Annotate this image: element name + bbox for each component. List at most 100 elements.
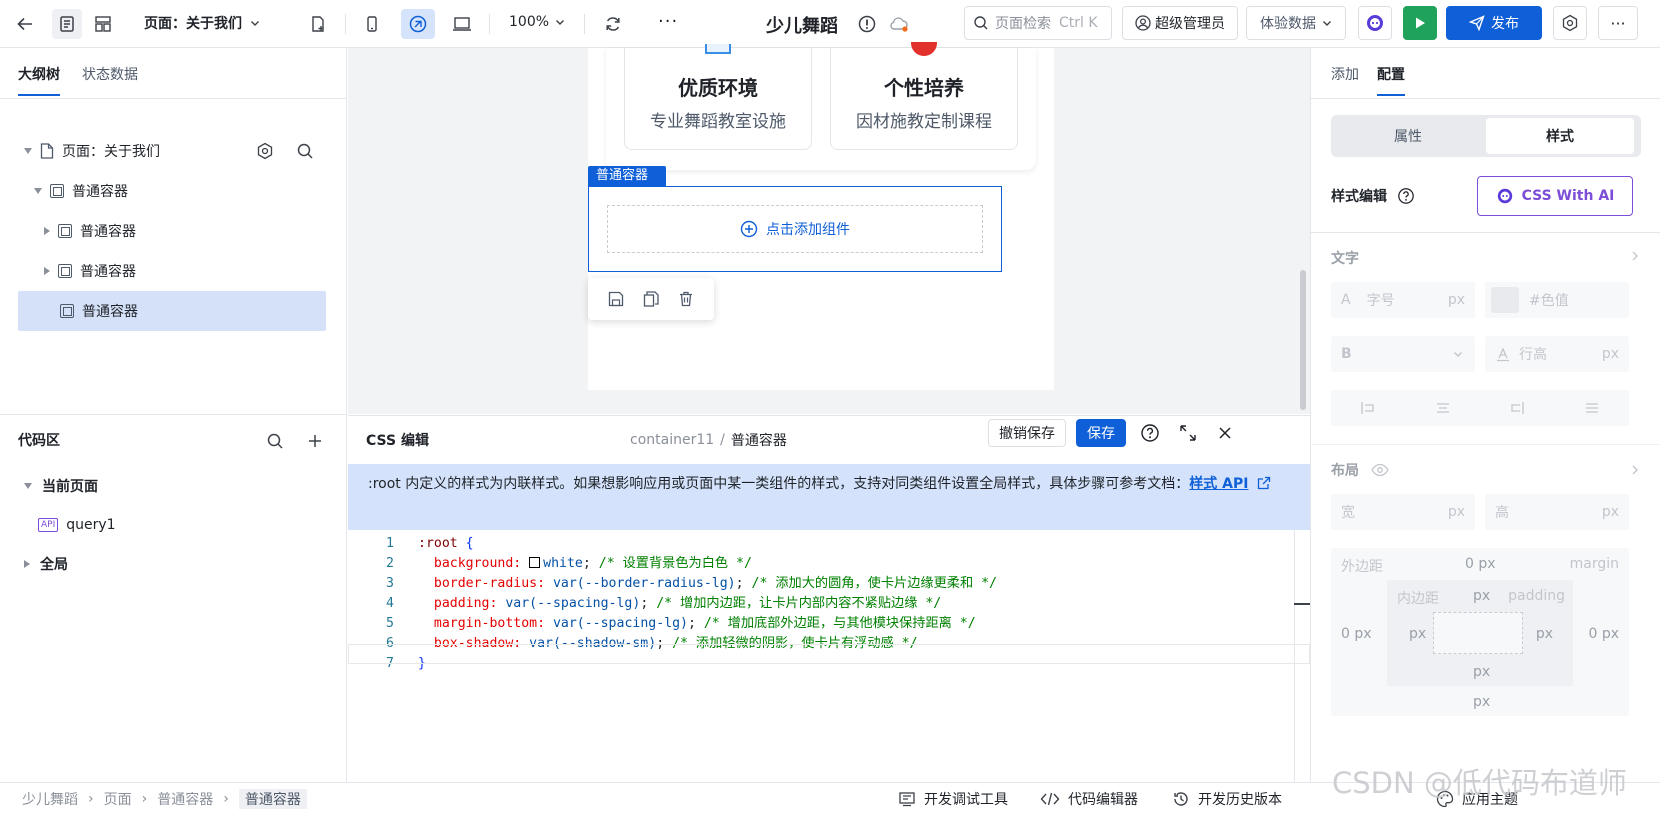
feature-card[interactable]: 优质环境 专业舞蹈教室设施 bbox=[624, 44, 812, 150]
padding-left-value[interactable]: px bbox=[1409, 626, 1426, 642]
code-editor-button[interactable]: 代码编辑器 bbox=[1040, 789, 1138, 809]
breadcrumb-separator: › bbox=[88, 791, 94, 807]
margin-top-value[interactable]: 0 px bbox=[1465, 556, 1496, 572]
padding-right-value[interactable]: px bbox=[1536, 626, 1553, 642]
selected-container[interactable]: 点击添加组件 bbox=[588, 186, 1002, 272]
debug-tool-button[interactable]: 开发调试工具 bbox=[898, 789, 1008, 809]
ai-assistant-button[interactable] bbox=[1358, 6, 1392, 40]
zoom-selector[interactable]: 100% bbox=[509, 14, 565, 30]
align-right-icon[interactable] bbox=[1509, 400, 1525, 416]
caret-down-icon bbox=[34, 188, 42, 194]
color-swatch[interactable] bbox=[529, 557, 541, 568]
history-button[interactable]: 开发历史版本 bbox=[1172, 789, 1282, 809]
expand-icon[interactable] bbox=[1178, 423, 1198, 443]
text-section-header[interactable]: 文字 bbox=[1331, 248, 1641, 268]
save-icon[interactable] bbox=[607, 290, 625, 308]
plus-icon[interactable] bbox=[306, 432, 324, 450]
mobile-preview-icon[interactable] bbox=[357, 9, 387, 39]
margin-bottom-value[interactable]: px bbox=[1473, 694, 1490, 710]
cloud-sync-icon[interactable] bbox=[884, 9, 914, 39]
search-icon[interactable] bbox=[296, 142, 314, 160]
layout-view-icon[interactable] bbox=[88, 9, 118, 39]
page-search-input[interactable]: 页面检索 Ctrl K bbox=[964, 6, 1112, 40]
code-line[interactable]: 5 margin-bottom: var(--spacing-lg); /* 增… bbox=[348, 614, 1288, 634]
feature-card[interactable]: 个性培养 因材施教定制课程 bbox=[830, 42, 1018, 150]
breadcrumb-item[interactable]: 页面 bbox=[104, 789, 132, 809]
canvas-scrollbar[interactable] bbox=[1300, 270, 1306, 410]
user-icon bbox=[1135, 15, 1151, 31]
help-icon[interactable] bbox=[1140, 423, 1160, 443]
tree-item-page[interactable]: 页面：关于我们 bbox=[18, 131, 326, 171]
align-center-icon[interactable] bbox=[1435, 400, 1451, 416]
warning-icon[interactable] bbox=[852, 9, 882, 39]
code-line[interactable]: 3 border-radius: var(--border-radius-lg)… bbox=[348, 574, 1288, 594]
height-field[interactable]: 高 px bbox=[1485, 494, 1629, 530]
gear-icon[interactable] bbox=[256, 142, 274, 160]
undo-save-button[interactable]: 撤销保存 bbox=[988, 419, 1066, 447]
external-link-icon[interactable] bbox=[1257, 476, 1271, 490]
code-line[interactable]: 1:root { bbox=[348, 534, 1288, 554]
tree-item-container[interactable]: 普通容器 bbox=[18, 171, 326, 211]
publish-button[interactable]: 发布 bbox=[1446, 6, 1542, 40]
history-label: 开发历史版本 bbox=[1198, 792, 1282, 808]
more-menu-icon[interactable]: ··· bbox=[658, 11, 678, 32]
style-api-link[interactable]: 样式 API bbox=[1189, 476, 1248, 492]
back-arrow-icon[interactable] bbox=[10, 9, 40, 39]
margin-left-value[interactable]: 0 px bbox=[1341, 626, 1372, 642]
breadcrumb-item[interactable]: 少儿舞蹈 bbox=[22, 789, 78, 809]
code-line[interactable]: 2 background: white; /* 设置背景色为白色 */ bbox=[348, 554, 1288, 574]
code-line[interactable]: 4 padding: var(--spacing-lg); /* 增加内边距，让… bbox=[348, 594, 1288, 614]
font-weight-select[interactable]: B bbox=[1331, 336, 1475, 372]
color-field[interactable]: #色值 bbox=[1485, 282, 1629, 318]
segment-properties[interactable]: 属性 bbox=[1334, 118, 1482, 154]
margin-right-value[interactable]: 0 px bbox=[1588, 626, 1619, 642]
features-card[interactable]: 优质环境 专业舞蹈教室设施 个性培养 因材施教定制课程 bbox=[606, 42, 1036, 170]
query-item[interactable]: API query1 bbox=[18, 505, 318, 545]
align-justify-icon[interactable] bbox=[1584, 400, 1600, 416]
settings-button[interactable] bbox=[1553, 6, 1587, 40]
margin-label: 外边距 bbox=[1341, 559, 1383, 575]
font-size-field[interactable]: A 字号 px bbox=[1331, 282, 1475, 318]
tree-item-container-selected[interactable]: 普通容器 bbox=[18, 291, 326, 331]
breadcrumb-item[interactable]: 普通容器 bbox=[157, 789, 213, 809]
more-options-button[interactable]: ··· bbox=[1598, 6, 1638, 40]
tab-config[interactable]: 配置 bbox=[1377, 64, 1405, 96]
padding-bottom-value[interactable]: px bbox=[1473, 664, 1490, 680]
help-icon[interactable] bbox=[1397, 187, 1415, 205]
search-icon[interactable] bbox=[266, 432, 284, 450]
tab-state-data[interactable]: 状态数据 bbox=[82, 64, 138, 84]
padding-top-value[interactable]: px bbox=[1473, 588, 1490, 604]
page-selector[interactable]: 页面：关于我们 bbox=[144, 13, 260, 33]
save-button[interactable]: 保存 bbox=[1076, 419, 1126, 447]
new-page-icon[interactable] bbox=[303, 9, 333, 39]
tab-outline-tree[interactable]: 大纲树 bbox=[18, 64, 60, 96]
tree-item-container[interactable]: 普通容器 bbox=[18, 211, 326, 251]
copy-icon[interactable] bbox=[642, 290, 660, 308]
refresh-icon[interactable] bbox=[598, 9, 628, 39]
tree-item-container[interactable]: 普通容器 bbox=[18, 251, 326, 291]
data-mode-select[interactable]: 体验数据 bbox=[1246, 6, 1346, 40]
line-height-field[interactable]: 行高 px bbox=[1485, 336, 1629, 372]
responsive-preview-icon[interactable] bbox=[401, 9, 435, 39]
align-left-icon[interactable] bbox=[1360, 400, 1376, 416]
user-menu-button[interactable]: 超级管理员 bbox=[1122, 6, 1238, 40]
tab-add[interactable]: 添加 bbox=[1331, 64, 1359, 84]
css-with-ai-button[interactable]: CSS With AI bbox=[1477, 176, 1633, 216]
width-field[interactable]: 宽 px bbox=[1331, 494, 1475, 530]
eye-icon[interactable] bbox=[1371, 463, 1389, 477]
tree-current-page[interactable]: 当前页面 bbox=[18, 466, 318, 506]
text-align-group bbox=[1331, 390, 1629, 426]
run-button[interactable] bbox=[1403, 6, 1437, 40]
page-view-icon[interactable] bbox=[52, 9, 82, 39]
desktop-preview-icon[interactable] bbox=[447, 9, 477, 39]
layout-section-header[interactable]: 布局 bbox=[1331, 460, 1641, 480]
close-icon[interactable] bbox=[1216, 424, 1234, 442]
breadcrumb-item-current[interactable]: 普通容器 bbox=[238, 789, 307, 809]
margin-en-label: margin bbox=[1569, 556, 1619, 572]
segment-style[interactable]: 样式 bbox=[1486, 118, 1634, 154]
add-component-placeholder[interactable]: 点击添加组件 bbox=[607, 205, 983, 253]
trash-icon[interactable] bbox=[677, 290, 695, 308]
divider bbox=[489, 14, 490, 34]
tree-global[interactable]: 全局 bbox=[18, 544, 318, 584]
chevron-down-icon bbox=[556, 20, 565, 25]
